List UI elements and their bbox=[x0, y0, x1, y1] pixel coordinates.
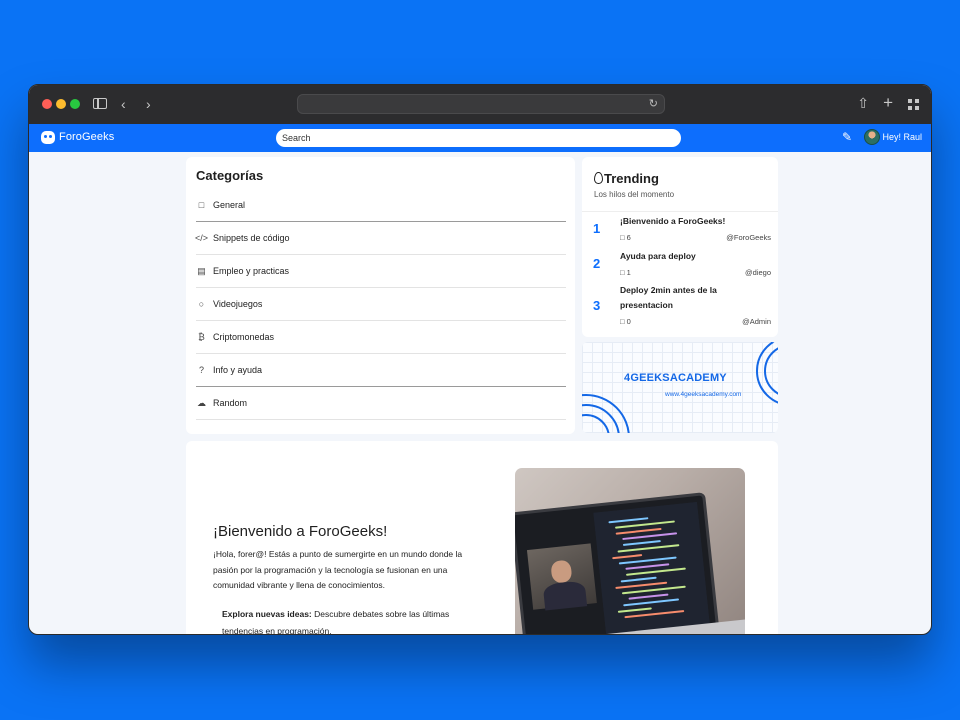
sponsor-banner[interactable]: 4GEEKSACADEMY www.4geeksacademy.com bbox=[582, 342, 778, 433]
maximize-window-button[interactable] bbox=[70, 99, 80, 109]
explore-bullet: Explora nuevas ideas: Descubre debates s… bbox=[222, 606, 476, 634]
explore-label: Explora nuevas ideas: bbox=[222, 609, 312, 619]
share-icon[interactable]: ⇧ bbox=[857, 95, 869, 112]
close-window-button[interactable] bbox=[42, 99, 52, 109]
category-item-random[interactable]: ☁ Random bbox=[196, 387, 566, 420]
browser-titlebar: ‹ › ↻ ⇧ + bbox=[29, 85, 931, 124]
sponsor-title: 4GEEKSACADEMY bbox=[624, 372, 727, 384]
category-item-videojuegos[interactable]: ○ Videojuegos bbox=[196, 288, 566, 321]
thread-title[interactable]: ¡Bienvenido a ForoGeeks! bbox=[620, 214, 768, 229]
thread-rank: 3 bbox=[593, 298, 601, 313]
categories-title: Categorías bbox=[196, 168, 264, 183]
tab-overview-icon[interactable] bbox=[908, 99, 919, 110]
cloud-icon: ☁ bbox=[197, 397, 206, 408]
category-label: Random bbox=[213, 398, 248, 408]
thread-rank: 2 bbox=[593, 256, 601, 271]
replies-count: 0 bbox=[626, 317, 631, 326]
browser-window: ‹ › ↻ ⇧ + ForoGeeks ✎ Hey! Raul Categorí… bbox=[28, 84, 932, 635]
avatar[interactable] bbox=[864, 129, 880, 145]
category-item-cripto[interactable]: ₿ Criptomonedas bbox=[196, 321, 566, 354]
thread-replies: □ 1 bbox=[620, 268, 631, 277]
category-label: Snippets de código bbox=[213, 233, 290, 243]
replies-icon: □ bbox=[620, 233, 625, 242]
bitcoin-icon: ₿ bbox=[198, 332, 205, 342]
reload-icon[interactable]: ↻ bbox=[649, 97, 658, 110]
logo-icon[interactable] bbox=[41, 131, 55, 144]
thread-author[interactable]: @diego bbox=[745, 268, 771, 277]
gamepad-icon: ○ bbox=[198, 299, 205, 309]
welcome-title: ¡Bienvenido a ForoGeeks! bbox=[213, 523, 388, 540]
sponsor-url: www.4geeksacademy.com bbox=[665, 391, 742, 398]
address-bar[interactable]: ↻ bbox=[297, 94, 665, 114]
trending-title: Trending bbox=[594, 171, 766, 186]
laptop-illustration bbox=[515, 492, 721, 634]
new-tab-icon[interactable]: + bbox=[883, 93, 893, 113]
forward-icon[interactable]: › bbox=[146, 95, 151, 113]
video-call-illustration bbox=[526, 543, 597, 611]
page-content: Categorías □ General </> Snippets de cód… bbox=[29, 152, 931, 634]
welcome-body: ¡Hola, forer@! Estás a punto de sumergir… bbox=[213, 549, 463, 590]
minimize-window-button[interactable] bbox=[56, 99, 66, 109]
code-editor-illustration bbox=[593, 502, 710, 634]
app-navbar: ForoGeeks ✎ Hey! Raul bbox=[29, 124, 931, 152]
trending-subtitle: Los hilos del momento bbox=[594, 190, 675, 199]
thread-title[interactable]: Ayuda para deploy bbox=[620, 249, 768, 264]
thread-title[interactable]: Deploy 2min antes de la presentacion bbox=[620, 283, 768, 313]
thread-replies: □ 6 bbox=[620, 233, 631, 242]
trending-title-text: Trending bbox=[604, 171, 659, 186]
welcome-card: ¡Bienvenido a ForoGeeks! ¡Hola, forer@! … bbox=[186, 441, 778, 634]
category-item-info[interactable]: ? Info y ayuda bbox=[196, 354, 566, 387]
person-illustration bbox=[542, 580, 588, 611]
flame-icon bbox=[594, 172, 603, 184]
replies-icon: □ bbox=[620, 268, 625, 277]
back-icon[interactable]: ‹ bbox=[121, 95, 126, 113]
category-label: Videojuegos bbox=[213, 299, 263, 309]
thread-author[interactable]: @Admin bbox=[742, 317, 771, 326]
thread-replies: □ 0 bbox=[620, 317, 631, 326]
trending-card: Trending Los hilos del momento 1 ¡Bienve… bbox=[582, 157, 778, 337]
category-item-empleo[interactable]: ▤ Empleo y practicas bbox=[196, 255, 566, 288]
replies-count: 1 bbox=[626, 268, 631, 277]
category-item-general[interactable]: □ General bbox=[196, 189, 566, 222]
replies-icon: □ bbox=[620, 317, 625, 326]
sidebar-icon[interactable] bbox=[93, 98, 107, 109]
category-item-snippets[interactable]: </> Snippets de código bbox=[195, 222, 566, 255]
trending-header: Trending Los hilos del momento bbox=[582, 157, 778, 212]
search-input[interactable] bbox=[276, 129, 681, 147]
category-label: General bbox=[213, 200, 246, 210]
categories-card: Categorías □ General </> Snippets de cód… bbox=[186, 157, 575, 434]
help-icon: ? bbox=[198, 365, 204, 375]
brand-name[interactable]: ForoGeeks bbox=[59, 131, 114, 143]
user-greeting[interactable]: Hey! Raul bbox=[882, 132, 922, 142]
welcome-image bbox=[515, 468, 745, 634]
category-label: Info y ayuda bbox=[213, 365, 263, 375]
replies-count: 6 bbox=[626, 233, 631, 242]
category-label: Criptomonedas bbox=[213, 332, 275, 342]
code-icon: </> bbox=[195, 233, 209, 243]
new-post-icon[interactable]: ✎ bbox=[842, 130, 856, 144]
thread-author[interactable]: @ForoGeeks bbox=[726, 233, 771, 242]
category-label: Empleo y practicas bbox=[213, 266, 290, 276]
person-illustration bbox=[550, 559, 573, 584]
chat-icon: □ bbox=[198, 200, 205, 210]
document-icon: ▤ bbox=[197, 265, 206, 276]
thread-rank: 1 bbox=[593, 221, 601, 236]
